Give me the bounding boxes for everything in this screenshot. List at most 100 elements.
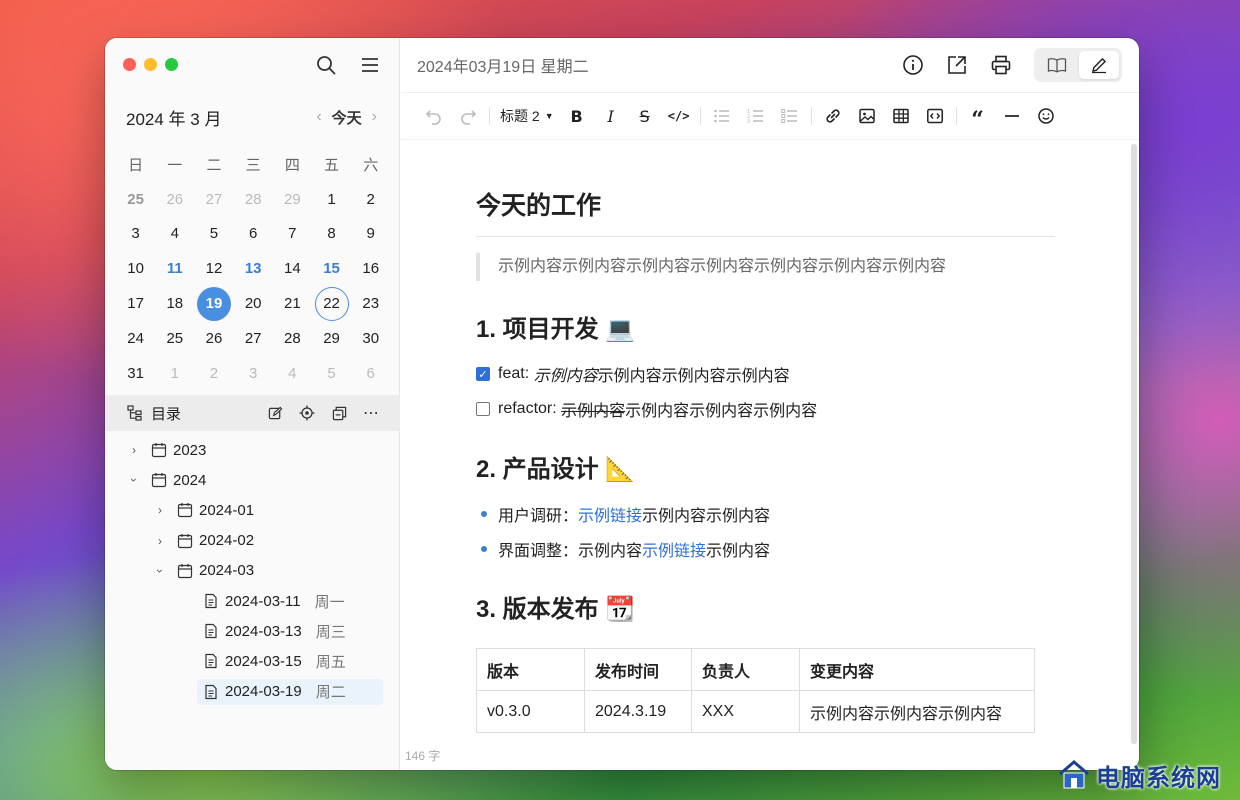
doc-link[interactable]: 示例链接 <box>578 502 642 526</box>
calendar-day[interactable]: 26 <box>194 321 233 356</box>
minimize-window-button[interactable] <box>144 58 157 71</box>
checkbox-checked[interactable]: ✓ <box>476 367 490 381</box>
bullet-list-button[interactable] <box>705 101 739 131</box>
task-list-button[interactable] <box>773 101 807 131</box>
calendar-day[interactable]: 1 <box>155 356 194 391</box>
calendar-day[interactable]: 27 <box>194 182 233 217</box>
redo-button[interactable] <box>451 101 485 131</box>
menu-icon[interactable] <box>359 54 381 76</box>
calendar-day[interactable]: 2 <box>351 182 390 217</box>
read-mode-button[interactable] <box>1037 51 1077 79</box>
calendar-day[interactable]: 13 <box>234 251 273 286</box>
export-icon[interactable] <box>946 54 968 76</box>
calendar-day[interactable]: 7 <box>273 217 312 252</box>
chevron-down-icon[interactable]: › <box>127 473 141 487</box>
chevron-right-icon[interactable]: › <box>153 534 167 548</box>
table-cell[interactable]: v0.3.0 <box>476 690 585 733</box>
undo-button[interactable] <box>417 101 451 131</box>
table-header-cell[interactable]: 版本 <box>476 648 585 691</box>
table-cell[interactable]: 2024.3.19 <box>584 690 692 733</box>
edit-mode-button[interactable] <box>1079 51 1119 79</box>
doc-link[interactable]: 示例链接 <box>642 537 706 561</box>
strikethrough-button[interactable]: S <box>628 101 662 131</box>
calendar-day[interactable]: 22 <box>312 286 351 321</box>
calendar-day[interactable]: 4 <box>155 217 194 252</box>
calendar-day[interactable]: 25 <box>116 182 155 217</box>
calendar-day[interactable]: 8 <box>312 217 351 252</box>
tree-folder-2024-03[interactable]: › 2024-03 <box>105 556 400 586</box>
calendar-day[interactable]: 25 <box>155 321 194 356</box>
image-button[interactable] <box>850 101 884 131</box>
zoom-window-button[interactable] <box>165 58 178 71</box>
calendar-day[interactable]: 30 <box>351 321 390 356</box>
table-header-cell[interactable]: 变更内容 <box>799 648 1035 691</box>
inline-code-button[interactable]: </> <box>662 101 696 131</box>
calendar-day[interactable]: 10 <box>116 251 155 286</box>
calendar-day[interactable]: 17 <box>116 286 155 321</box>
table-header-cell[interactable]: 发布时间 <box>584 648 692 691</box>
calendar-day[interactable]: 3 <box>116 217 155 252</box>
calendar-day[interactable]: 24 <box>116 321 155 356</box>
collapse-all-icon[interactable] <box>330 404 348 422</box>
italic-button[interactable]: I <box>594 101 628 131</box>
locate-icon[interactable] <box>298 404 316 422</box>
calendar-day[interactable]: 6 <box>351 356 390 391</box>
search-icon[interactable] <box>315 54 337 76</box>
calendar-day[interactable]: 29 <box>273 182 312 217</box>
calendar-day[interactable]: 18 <box>155 286 194 321</box>
tree-file-item[interactable]: 2024-03-13 周三 <box>105 616 400 646</box>
calendar-day[interactable]: 23 <box>351 286 390 321</box>
calendar-day[interactable]: 20 <box>234 286 273 321</box>
tree-folder-2024[interactable]: › 2024 <box>105 465 400 495</box>
close-window-button[interactable] <box>123 58 136 71</box>
calendar-day[interactable]: 1 <box>312 182 351 217</box>
link-button[interactable] <box>816 101 850 131</box>
chevron-right-icon[interactable]: › <box>127 443 141 457</box>
calendar-day[interactable]: 21 <box>273 286 312 321</box>
calendar-day[interactable]: 2 <box>194 356 233 391</box>
checkbox-unchecked[interactable] <box>476 402 490 416</box>
calendar-day[interactable]: 28 <box>234 182 273 217</box>
calendar-day[interactable]: 29 <box>312 321 351 356</box>
horizontal-rule-button[interactable] <box>995 101 1029 131</box>
info-icon[interactable] <box>902 54 924 76</box>
table-button[interactable] <box>884 101 918 131</box>
tree-file-item[interactable]: 2024-03-15 周五 <box>105 646 400 676</box>
tree-folder-2024-01[interactable]: › 2024-01 <box>105 495 400 525</box>
ordered-list-button[interactable]: 123 <box>739 101 773 131</box>
code-block-button[interactable] <box>918 101 952 131</box>
tree-folder-2024-02[interactable]: › 2024-02 <box>105 526 400 556</box>
calendar-day[interactable]: 27 <box>234 321 273 356</box>
calendar-day[interactable]: 28 <box>273 321 312 356</box>
calendar-day[interactable]: 6 <box>234 217 273 252</box>
editor-scrollbar[interactable] <box>1131 144 1137 744</box>
calendar-day[interactable]: 3 <box>234 356 273 391</box>
print-icon[interactable] <box>990 54 1012 76</box>
heading-select[interactable]: 标题 2 ▼ <box>494 101 560 131</box>
table-cell[interactable]: 示例内容示例内容示例内容 <box>799 690 1035 733</box>
document-editor[interactable]: 今天的工作 示例内容示例内容示例内容示例内容示例内容示例内容示例内容 1. 项目… <box>401 141 1127 770</box>
tree-file-item[interactable]: 2024-03-11 周一 <box>105 586 400 616</box>
chevron-down-icon[interactable]: › <box>153 564 167 578</box>
calendar-day[interactable]: 19 <box>194 286 233 321</box>
bold-button[interactable]: B <box>560 101 594 131</box>
table-header-cell[interactable]: 负责人 <box>691 648 800 691</box>
tree-file-item[interactable]: 2024-03-19 周二 <box>105 677 400 707</box>
calendar-day[interactable]: 15 <box>312 251 351 286</box>
calendar-day[interactable]: 12 <box>194 251 233 286</box>
calendar-day[interactable]: 11 <box>155 251 194 286</box>
today-button[interactable]: 今天 <box>332 107 362 128</box>
prev-month-icon[interactable]: ‹ <box>316 108 321 126</box>
edit-icon[interactable] <box>266 404 284 422</box>
emoji-button[interactable] <box>1029 101 1063 131</box>
calendar-day[interactable]: 4 <box>273 356 312 391</box>
chevron-right-icon[interactable]: › <box>153 503 167 517</box>
next-month-icon[interactable]: › <box>372 108 377 126</box>
calendar-day[interactable]: 31 <box>116 356 155 391</box>
calendar-day[interactable]: 5 <box>312 356 351 391</box>
calendar-day[interactable]: 16 <box>351 251 390 286</box>
calendar-day[interactable]: 9 <box>351 217 390 252</box>
more-icon[interactable]: ⋯ <box>362 404 380 422</box>
table-cell[interactable]: XXX <box>691 690 800 733</box>
calendar-day[interactable]: 14 <box>273 251 312 286</box>
